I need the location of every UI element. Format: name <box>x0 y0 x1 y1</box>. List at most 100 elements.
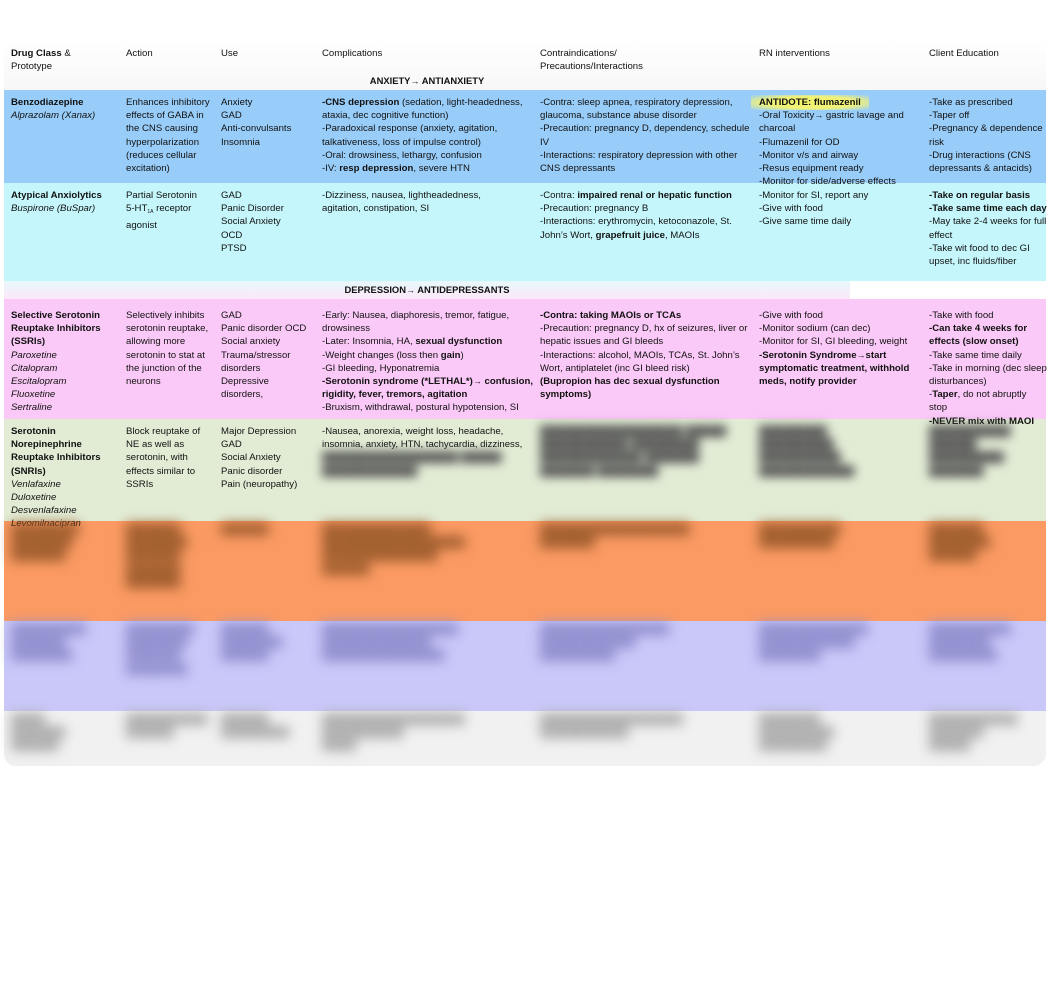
rn-item: -Monitor for SI, GI bleeding, weight <box>759 336 908 348</box>
complication-bold: -CNS depression <box>322 97 400 108</box>
use-item: Panic disorder OCD <box>221 323 307 335</box>
rn-item: -Oral Toxicity→ gastric lavage and charc… <box>759 109 925 135</box>
contra-bold: impaired renal or hepatic function <box>577 190 732 201</box>
drug-prototype: Fluoxetine <box>11 389 56 401</box>
drug-class-name: Benzodiazepine <box>11 97 84 108</box>
education-item: -Take as prescribed <box>929 97 1013 108</box>
contra-item: -Interactions: alcohol, MAOIs, TCAs, St.… <box>540 349 740 374</box>
drug-class-cell: Serotonin Norepinephrine Reuptake Inhibi… <box>11 423 126 531</box>
arrow-icon: → <box>472 376 482 387</box>
blurred-cell: ███████████████████████ <box>759 524 841 549</box>
use-item: OCD <box>221 229 243 241</box>
contra-cell: -Contra: taking MAOIs or TCAs -Precautio… <box>540 307 759 428</box>
action-cell: Enhances inhibitory effects of GABA in t… <box>126 97 210 175</box>
use-item: Social Anxiety <box>221 216 281 228</box>
blurred-cell: ███████ <box>221 524 269 535</box>
education-bold: Taper <box>932 389 958 401</box>
header-contra-line2: Precautions/Interactions <box>540 61 643 73</box>
antidote: ANTIDOTE: flumazenil <box>751 95 925 110</box>
complication-item: -Weight changes (loss then gain) <box>322 349 540 362</box>
complications-cell: -Early: Nausea, diaphoresis, tremor, fat… <box>322 307 540 428</box>
complication-item: -IV: resp depression, severe HTN <box>322 162 540 175</box>
contra-text: -Contra: <box>540 190 578 201</box>
drug-prototype: Duloxetine <box>11 492 57 504</box>
drug-prototype: Buspirone (BuSpar) <box>11 203 96 215</box>
table-row-blurred-purple: ███████████ ████████ █████████ ██████████ █… <box>4 621 1046 711</box>
education-item: -Can take 4 weeks for effects (slow onse… <box>929 323 1028 348</box>
contra-item: (Bupropion has dec sexual dysfunction sy… <box>540 376 720 401</box>
drug-prototype: Desvenlafaxine <box>11 505 77 517</box>
drug-prototype: Escitalopram <box>11 376 67 388</box>
drug-table: Drug Class & Prototype Action Use Compli… <box>4 40 1047 766</box>
arrow-icon: → <box>856 349 866 360</box>
complication-item: -GI bleeding, Hyponatremia <box>322 362 440 374</box>
contra-item: -Contra: taking MAOIs or TCAs <box>540 310 682 321</box>
blurred-cell: ██████████ █████████ ████████ █████████ <box>126 624 194 675</box>
arrow-icon: → <box>406 285 415 295</box>
education-item: -Take same time daily <box>929 349 1022 361</box>
contra-item: -Precaution: pregnancy D, hx of seizures… <box>540 323 748 348</box>
contra-text: , MAOIs <box>664 229 700 241</box>
blurred-cell: ████████████████ ██████████████ █████████ <box>759 624 868 662</box>
complication-text: -Weight changes (loss then <box>322 349 441 361</box>
drug-prototype: Venlafaxine <box>11 478 61 490</box>
table-row-ssri: Selective Serotonin Reuptake Inhibitors … <box>4 299 1047 427</box>
blurred-cell: ████████████████████████████████████████… <box>126 524 188 588</box>
rn-item: -Monitor for SI, report any <box>759 190 869 201</box>
education-cell: -Take as prescribed -Taper off -Pregnanc… <box>929 94 1047 188</box>
header-drug-class-bold: Drug Class <box>11 48 62 59</box>
blurred-cell: ████████████████████████████████████████… <box>540 624 670 662</box>
arrow-icon: → <box>814 110 824 121</box>
rn-item: -Resus equipment ready <box>759 163 864 175</box>
education-item: -May take 2-4 weeks for full effect <box>929 216 1047 241</box>
use-cell: Anxiety GAD Anti-convulsants Insomnia <box>221 94 322 188</box>
header-client-education: Client Education <box>929 48 999 59</box>
rn-text: -Oral Toxicity <box>759 110 815 122</box>
drug-prototype: Citalopram <box>11 362 58 374</box>
drug-class-name: Serotonin Norepinephrine Reuptake Inhibi… <box>11 426 101 477</box>
rn-item: -Flumazenil for OD <box>759 136 840 148</box>
blurred-education-cell: ████████████ ███████ ███████████ ████████ <box>929 426 1011 477</box>
action-cell: Block reuptake of NE as well as serotoni… <box>126 426 201 490</box>
rn-item: -Monitor v/s and airway <box>759 149 859 161</box>
header-prototype: Prototype <box>11 61 53 73</box>
rn-item: -Give with food <box>759 310 823 321</box>
table-row-snri: Serotonin Norepinephrine Reuptake Inhibi… <box>4 419 1046 529</box>
drug-class-cell: Atypical Anxiolytics Buspirone (BuSpar) <box>11 187 126 281</box>
section-title-anxiety: ANXIETY→ ANTIANXIETY <box>4 74 850 87</box>
table-row-atypical-anxiolytics: Atypical Anxiolytics Buspirone (BuSpar) … <box>4 183 1047 281</box>
section-title-depression: DEPRESSION→ ANTIDEPRESSANTS <box>4 281 850 299</box>
education-item: -Take on regular basis <box>929 190 1031 201</box>
drug-class-name: Selective Serotonin Reuptake Inhibitors … <box>11 310 101 348</box>
complication-item: -Nausea, anorexia, weight loss, headache… <box>322 426 523 451</box>
education-item: -Take same time each day <box>929 203 1047 215</box>
rn-item: -Give same time daily <box>759 216 852 228</box>
use-item: GAD <box>221 439 242 451</box>
rn-cell: ANTIDOTE: flumazenil -Oral Toxicity→ gas… <box>751 94 929 188</box>
drug-prototype: Alprazolam (Xanax) <box>11 110 96 122</box>
use-cell: GAD Panic Disorder Social Anxiety OCD PT… <box>221 187 322 281</box>
use-item: Pain (neuropathy) <box>221 478 298 490</box>
education-item: -Take wit food to dec GI upset, inc flui… <box>929 242 1030 268</box>
blurred-cell: ████████ █████████ ███████ <box>929 524 991 562</box>
education-item: -Taper off <box>929 110 970 122</box>
antidote-highlight: ANTIDOTE: flumazenil <box>751 95 869 110</box>
use-item: GAD <box>221 190 242 201</box>
complication-item: -CNS depression (sedation, light-headedn… <box>322 96 540 122</box>
complications-cell: -CNS depression (sedation, light-headedn… <box>322 94 540 188</box>
blurred-contra-cell: █████████████████████ ██████ ████████████… <box>540 426 727 477</box>
education-item: -Take with food <box>929 310 994 321</box>
drug-prototype: Paroxetine <box>11 349 57 361</box>
blurred-cell: █████████████████████ █████████████ <box>540 714 683 739</box>
table-row-benzodiazepine: Benzodiazepine Alprazolam (Xanax) Enhanc… <box>4 90 1046 187</box>
complication-bold: sexual dysfunction <box>415 336 503 348</box>
contra-item: -Contra: sleep apnea, respiratory depres… <box>540 97 733 122</box>
complication-item: -Bruxism, withdrawal, postural hypotensi… <box>322 402 519 414</box>
rn-bold: -Serotonin Syndrome <box>759 349 857 361</box>
use-item: PTSD <box>221 242 247 254</box>
blurred-cell: ██████████████████████████████ <box>759 714 834 752</box>
use-cell: GAD Panic disorder OCD Social anxiety Tr… <box>221 307 322 428</box>
section-anxiety-right: ANTIANXIETY <box>419 75 485 86</box>
education-item: -Take in morning (dec sleep disturbances… <box>929 362 1047 388</box>
complication-text: ) <box>460 349 464 361</box>
